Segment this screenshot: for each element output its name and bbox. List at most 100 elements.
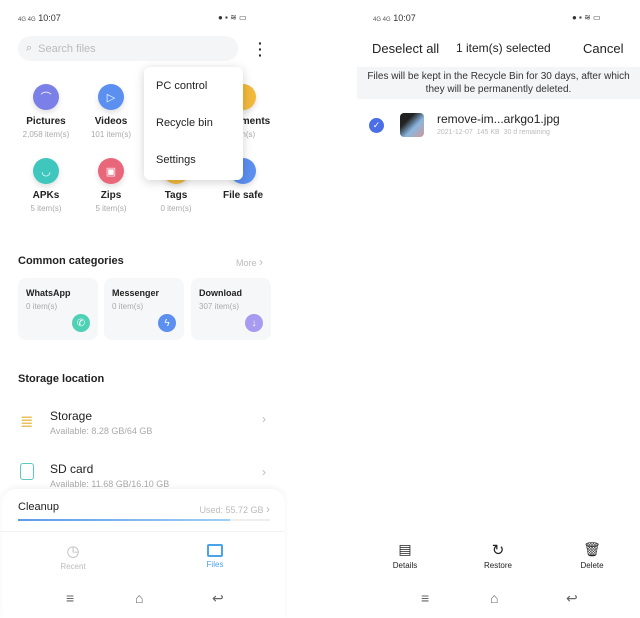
play-icon: ▷ [98, 84, 124, 110]
search-input[interactable]: ⌕ Search files [18, 36, 238, 61]
label: Tags [164, 190, 188, 201]
cancel-button[interactable]: Cancel [583, 41, 623, 56]
menu-item-pc-control[interactable]: PC control [144, 69, 243, 104]
signal-indicator: 4G 4G [18, 17, 36, 23]
signal-indicator: 4G 4G [373, 17, 391, 23]
clock: 10:07 [393, 13, 416, 23]
used-label: Used: 55.72 GB [199, 505, 264, 515]
database-icon: ≣ [20, 414, 34, 431]
card-count: 0 item(s) [26, 302, 58, 311]
image-thumbnail [400, 113, 424, 137]
tab-files[interactable]: Files [195, 542, 235, 569]
tab-recent[interactable]: ◷ Recent [53, 542, 93, 571]
selection-count: 1 item(s) selected [456, 41, 551, 55]
status-bar: 4G 4G 10:07 [373, 13, 416, 23]
chevron-right-icon: › [262, 412, 266, 426]
details-button[interactable]: ▤ Details [385, 541, 425, 570]
storage-row-internal[interactable]: ≣ Storage Available: 8.28 GB/64 GB › [0, 402, 285, 442]
clock-icon: ◷ [66, 543, 80, 560]
back-nav-icon[interactable]: ↩ [212, 590, 224, 607]
recycle-bin-notice: Files will be kept in the Recycle Bin fo… [357, 67, 640, 99]
restore-button[interactable]: ↻ Restore [478, 541, 518, 570]
home-nav-icon[interactable]: ⌂ [490, 590, 498, 606]
file-name: remove-im...arkgo1.jpg [437, 112, 560, 126]
more-label: More [236, 258, 257, 268]
category-videos[interactable]: ▷ Videos 101 item(s) [79, 84, 143, 139]
card-whatsapp[interactable]: WhatsApp 0 item(s) ✆ [18, 278, 98, 340]
menu-nav-icon[interactable]: ≡ [421, 590, 429, 606]
trash-icon: 🗑︎ [583, 541, 601, 557]
category-apks[interactable]: ◡ APKs 5 item(s) [14, 158, 78, 213]
label: Zips [100, 190, 122, 201]
label: APKs [32, 190, 60, 201]
storage-row-sd-card[interactable]: SD card Available: 11.68 GB/16.10 GB › [0, 455, 285, 490]
card-download[interactable]: Download 307 item(s) ↓ [191, 278, 271, 340]
overflow-menu: PC control Recycle bin Settings [144, 67, 243, 180]
storage-name: SD card [50, 462, 94, 476]
delete-button[interactable]: 🗑︎ Delete [572, 541, 612, 570]
menu-item-settings[interactable]: Settings [144, 143, 243, 178]
count: 0 item(s) [160, 204, 192, 213]
category-zips[interactable]: ▣ Zips 5 item(s) [79, 158, 143, 213]
cleanup-used: Used: 55.72 GB › [199, 502, 270, 516]
clock: 10:07 [38, 13, 61, 23]
messenger-icon: ϟ [158, 314, 176, 332]
zip-icon: ▣ [98, 158, 124, 184]
whatsapp-icon: ✆ [72, 314, 90, 332]
status-icons: ● ▪ ≋ ▭ [572, 13, 601, 22]
card-count: 0 item(s) [112, 302, 144, 311]
menu-nav-icon[interactable]: ≡ [66, 590, 74, 606]
status-icons: ● ▪ ≋ ▭ [218, 13, 247, 22]
search-placeholder: Search files [38, 42, 96, 55]
chevron-right-icon: › [259, 255, 264, 269]
label: File safe [222, 190, 264, 201]
more-options-icon[interactable]: · · · [258, 36, 263, 62]
card-title: WhatsApp [26, 288, 71, 298]
count: 5 item(s) [95, 204, 127, 213]
back-nav-icon[interactable]: ↩ [566, 590, 578, 607]
menu-item-recycle-bin[interactable]: Recycle bin [144, 106, 243, 141]
file-remaining: 30 d remaining [503, 129, 550, 136]
status-bar: 4G 4G 10:07 [18, 13, 61, 23]
more-link[interactable]: More › [236, 255, 263, 269]
category-pictures[interactable]: ⌒ Pictures 2,058 item(s) [14, 84, 78, 139]
mountain-icon: ⌒ [33, 84, 59, 110]
details-icon: ▤ [398, 541, 412, 557]
label: Videos [94, 116, 128, 127]
folder-icon [207, 544, 223, 557]
label: Pictures [26, 116, 66, 127]
file-meta: 2021-12-07 145 KB 30 d remaining [437, 129, 550, 136]
tab-label: Recent [60, 562, 86, 571]
chevron-right-icon: › [266, 502, 270, 516]
card-title: Download [199, 288, 242, 298]
deselect-all-button[interactable]: Deselect all [372, 41, 439, 56]
action-label: Details [392, 561, 418, 570]
checkbox-checked-icon[interactable]: ✓ [369, 118, 384, 133]
count: 5 item(s) [30, 204, 62, 213]
android-icon: ◡ [33, 158, 59, 184]
section-title: Storage location [18, 373, 105, 385]
action-label: Delete [580, 561, 604, 570]
usage-bar-fill [18, 519, 230, 521]
tab-label: Files [206, 560, 224, 569]
divider [0, 531, 285, 532]
file-size: 145 KB [476, 129, 500, 136]
file-row[interactable]: ✓ remove-im...arkgo1.jpg 2021-12-07 145 … [357, 108, 640, 142]
sd-card-icon [20, 463, 34, 480]
action-label: Restore [483, 561, 512, 570]
chevron-right-icon: › [262, 465, 266, 479]
storage-available: Available: 8.28 GB/64 GB [50, 426, 153, 436]
count: 101 item(s) [90, 130, 131, 139]
home-nav-icon[interactable]: ⌂ [135, 590, 143, 606]
storage-available: Available: 11.68 GB/16.10 GB [50, 479, 170, 489]
search-icon: ⌕ [26, 42, 33, 54]
restore-icon: ↻ [491, 542, 505, 559]
file-date: 2021-12-07 [437, 129, 473, 136]
cleanup-row[interactable]: Cleanup Used: 55.72 GB › [18, 501, 270, 525]
section-title: Common categories [18, 255, 124, 267]
card-title: Messenger [112, 288, 160, 298]
card-messenger[interactable]: Messenger 0 item(s) ϟ [104, 278, 184, 340]
count: 2,058 item(s) [22, 130, 70, 139]
storage-name: Storage [50, 409, 93, 423]
card-count: 307 item(s) [199, 302, 240, 311]
